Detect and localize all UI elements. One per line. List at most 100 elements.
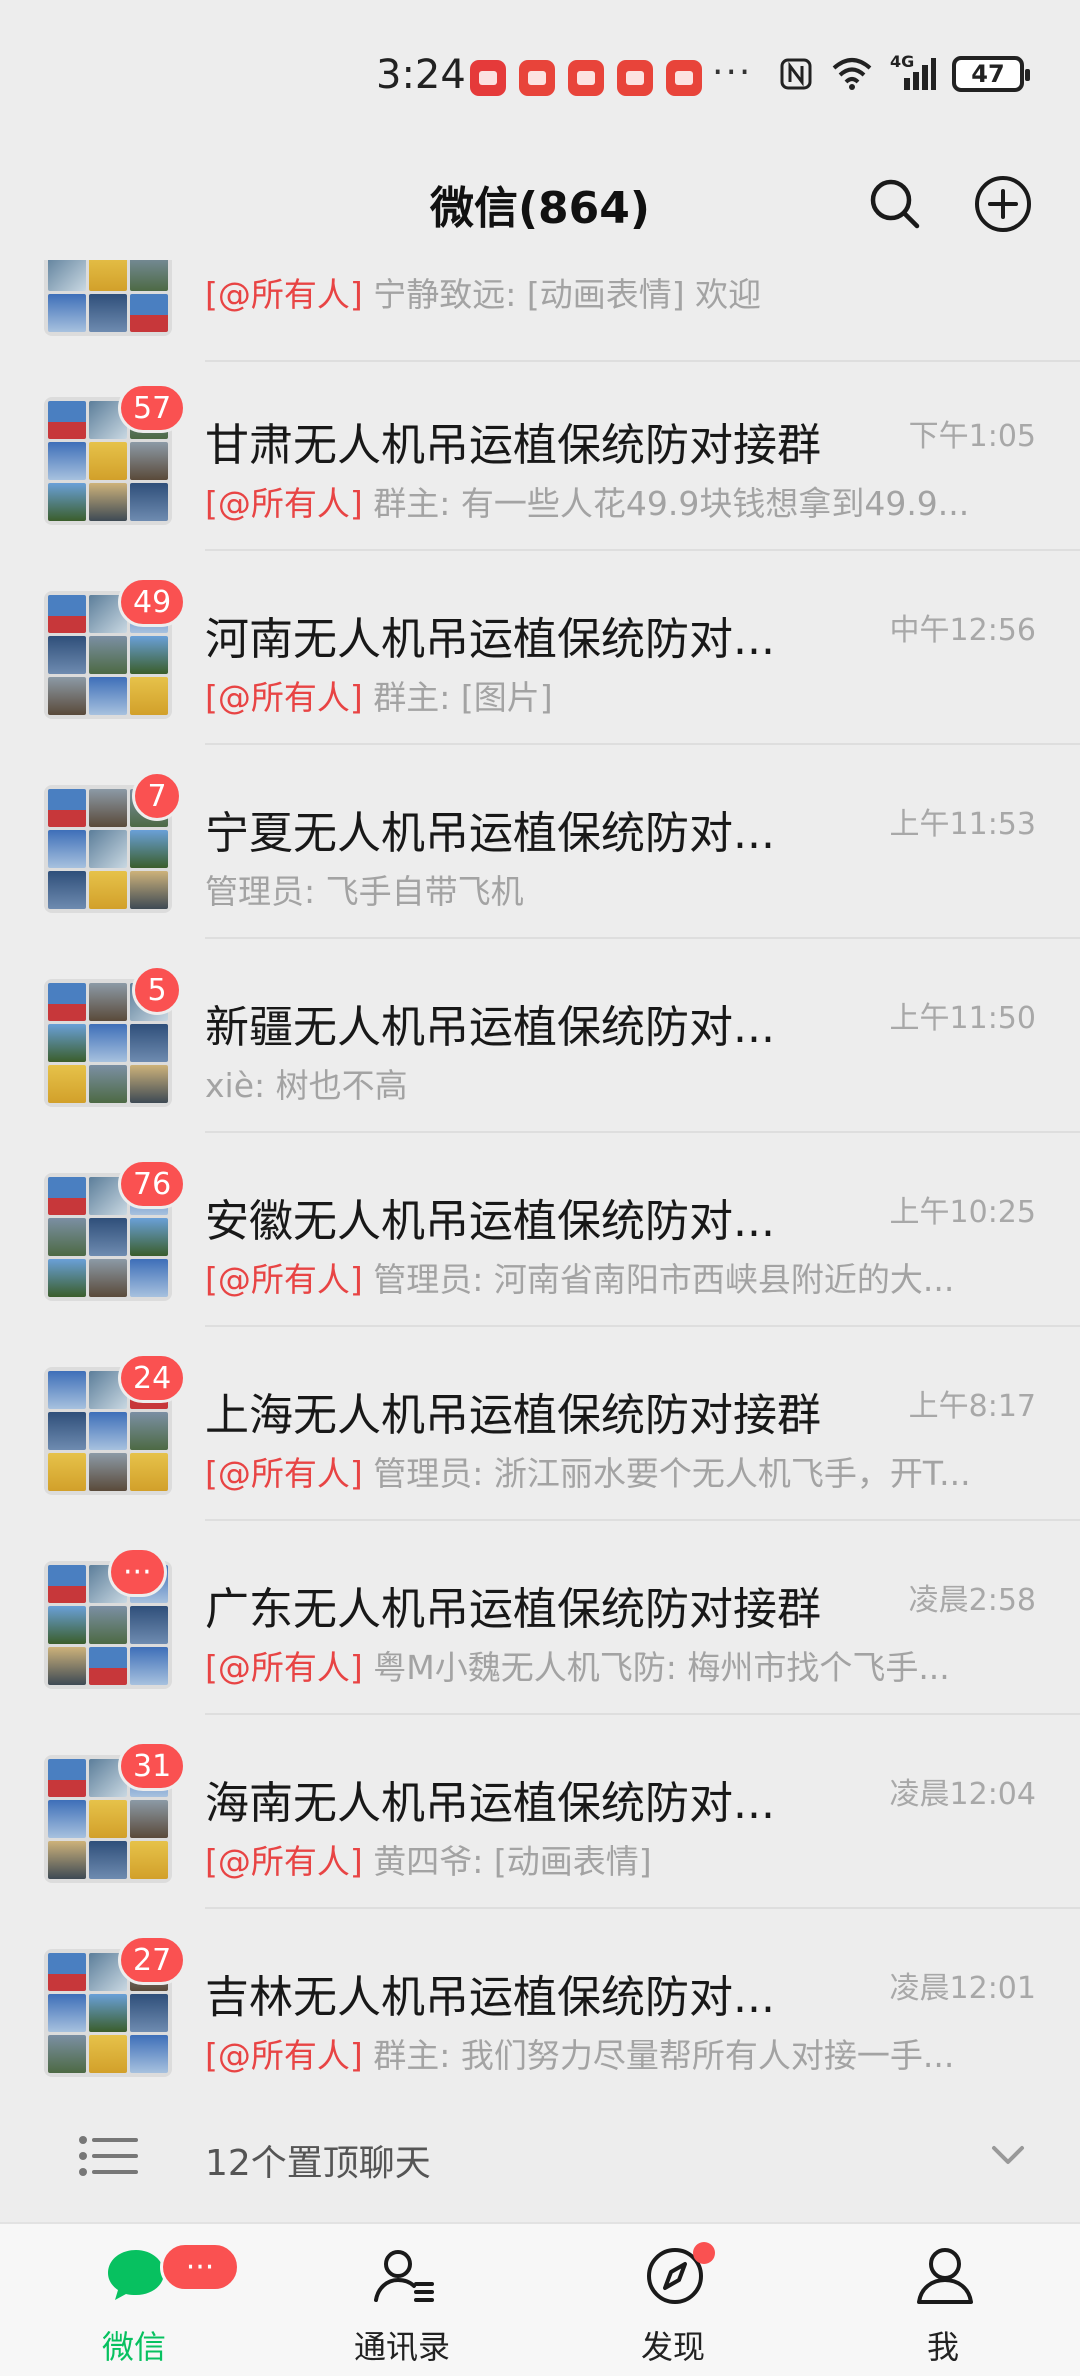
tab-contacts[interactable]: 通讯录 [302,2224,502,2376]
mention-tag: [@所有人] [205,678,363,717]
chat-row-jilin[interactable]: 27 吉林无人机吊运植保统防对... 凌晨12:01 [@所有人] 群主: 我们… [0,1909,1080,2090]
plus-circle-icon [975,176,1031,232]
chat-message-text: 黄四爷: [动画表情] [362,1842,652,1881]
chat-row-ningxia[interactable]: 7 宁夏无人机吊运植保统防对... 上午11:53 管理员: 飞手自带飞机 [0,745,1080,939]
mention-tag: [@所有人] [205,275,363,314]
mention-tag: [@所有人] [205,1454,363,1493]
chat-message-text: 管理员: 河南省南阳市西峡县附近的大... [362,1260,955,1299]
tab-unread-badge: ··· [160,2242,240,2292]
chat-time: 中午12:56 [889,613,1036,648]
unread-badge: 5 [132,965,182,1015]
chat-last-message: 管理员: 飞手自带飞机 [205,865,995,913]
unread-badge: 76 [118,1159,187,1209]
notification-icons [470,60,702,96]
chat-row-gansu[interactable]: 57 甘肃无人机吊运植保统防对接群 下午1:05 [@所有人] 群主: 有一些人… [0,357,1080,551]
add-button[interactable] [971,172,1035,236]
chat-message-text: 管理员: 浙江丽水要个无人机飞手，开T... [362,1454,971,1493]
chat-time: 下午1:05 [908,419,1036,454]
chat-time: 上午11:53 [889,807,1036,842]
status-bar: 3:24 ··· 4G 47 [0,0,1080,150]
unread-badge: 24 [118,1353,187,1403]
person-icon [917,2248,973,2304]
chat-name: 安徽无人机吊运植保统防对... [205,1196,775,1247]
chat-message-text: 群主: [图片] [362,678,553,717]
pinned-chats-toggle[interactable]: 12个置顶聊天 [0,2092,1080,2222]
tab-chats[interactable]: ··· 微信 [34,2224,240,2376]
unread-badge: 7 [132,771,182,821]
chat-name: 吉林无人机吊运植保统防对... [205,1972,775,2023]
chat-list: [@所有人] 宁静致远: [动画表情] 欢迎 57 甘肃无人机吊运植保统防对接群… [0,260,1080,2090]
chat-time: 上午11:50 [889,1001,1036,1036]
chat-last-message: [@所有人] 群主: 我们努力尽量帮所有人对接一手... [205,2029,995,2077]
wechat-chat-list-screen: 3:24 ··· 4G 47 微信(864) [@所有人] 宁静致远: [动画表… [0,0,1080,2376]
chat-name: 新疆无人机吊运植保统防对... [205,1002,775,1053]
mention-tag: [@所有人] [205,1260,363,1299]
unread-badge: 49 [118,577,187,627]
app-notification-icon [568,60,604,96]
chat-name: 广东无人机吊运植保统防对接群 [205,1584,821,1635]
contacts-icon [374,2250,434,2302]
chat-last-message: [@所有人] 管理员: 浙江丽水要个无人机飞手，开T... [205,1447,995,1495]
chat-name: 河南无人机吊运植保统防对... [205,614,775,665]
tab-label: 微信 [101,2328,166,2366]
unread-badge: 31 [118,1741,187,1791]
chat-row[interactable]: [@所有人] 宁静致远: [动画表情] 欢迎 [0,260,1080,362]
chat-last-message: [@所有人] 管理员: 河南省南阳市西峡县附近的大... [205,1253,995,1301]
chat-message-text: 粤M小魏无人机飞防: 梅州市找个飞手... [362,1648,950,1687]
chat-message-text: 宁静致远: [动画表情] 欢迎 [362,275,762,314]
chat-last-message: [@所有人] 粤M小魏无人机飞防: 梅州市找个飞手... [205,1641,995,1689]
app-notification-icon [519,60,555,96]
tab-label: 发现 [640,2328,705,2366]
tab-new-dot [693,2242,715,2264]
chat-time: 凌晨12:01 [889,1971,1036,2006]
list-icon [79,2136,138,2176]
tab-discover[interactable]: 发现 [573,2224,773,2376]
chat-last-message: xiè: 树也不高 [205,1059,995,1107]
chat-last-message: [@所有人] 群主: [图片] [205,671,995,719]
mention-tag: [@所有人] [205,2036,363,2075]
wifi-icon [832,58,872,90]
status-time: 3:24 [376,52,466,98]
chat-row-shanghai[interactable]: 24 上海无人机吊运植保统防对接群 上午8:17 [@所有人] 管理员: 浙江丽… [0,1327,1080,1521]
mention-tag: [@所有人] [205,1842,363,1881]
chat-row-guangdong[interactable]: ··· 广东无人机吊运植保统防对接群 凌晨2:58 [@所有人] 粤M小魏无人机… [0,1521,1080,1715]
chat-row-anhui[interactable]: 76 安徽无人机吊运植保统防对... 上午10:25 [@所有人] 管理员: 河… [0,1133,1080,1327]
app-notification-icon [666,60,702,96]
chat-row-hainan[interactable]: 31 海南无人机吊运植保统防对... 凌晨12:04 [@所有人] 黄四爷: [… [0,1715,1080,1909]
chat-last-message: [@所有人] 宁静致远: [动画表情] 欢迎 [205,268,995,316]
tab-me[interactable]: 我 [843,2224,1043,2376]
nfc-icon [780,58,812,90]
chat-time: 凌晨2:58 [908,1583,1036,1618]
search-icon [870,179,920,229]
tab-label: 我 [926,2328,959,2366]
chat-row-henan[interactable]: 49 河南无人机吊运植保统防对... 中午12:56 [@所有人] 群主: [图… [0,551,1080,745]
app-notification-icon [617,60,653,96]
chat-time: 上午8:17 [908,1389,1036,1424]
chat-last-message: [@所有人] 群主: 有一些人花49.9块钱想拿到49.9... [205,477,995,525]
chat-name: 甘肃无人机吊运植保统防对接群 [205,420,821,471]
tab-label: 通讯录 [353,2328,450,2366]
chat-bubble-icon [108,2250,164,2300]
cellular-signal-icon: 4G [890,52,936,92]
chat-message-text: xiè: 树也不高 [205,1066,408,1105]
chat-last-message: [@所有人] 黄四爷: [动画表情] [205,1835,995,1883]
battery-icon: 47 [952,56,1030,92]
chat-message-text: 群主: 我们努力尽量帮所有人对接一手... [362,2036,955,2075]
chat-name: 上海无人机吊运植保统防对接群 [205,1390,821,1441]
chat-message-text: 管理员: 飞手自带飞机 [205,872,524,911]
more-notifications-indicator: ··· [712,52,753,93]
chat-message-text: 群主: 有一些人花49.9块钱想拿到49.9... [362,484,970,523]
chat-name: 宁夏无人机吊运植保统防对... [205,808,775,859]
chat-row-xinjiang[interactable]: 5 新疆无人机吊运植保统防对... 上午11:50 xiè: 树也不高 [0,939,1080,1133]
bottom-tab-bar: ··· 微信 通讯录 发现 我 [0,2222,1080,2376]
chat-name: 海南无人机吊运植保统防对... [205,1778,775,1829]
title-bar: 微信(864) [0,150,1080,260]
chat-time: 上午10:25 [889,1195,1036,1230]
search-button[interactable] [863,172,927,236]
chat-time: 凌晨12:04 [889,1777,1036,1812]
group-avatar-icon [44,260,172,336]
unread-badge: 57 [118,383,187,433]
chevron-down-icon [992,2146,1024,2164]
mention-tag: [@所有人] [205,1648,363,1687]
unread-badge: ··· [108,1547,167,1597]
